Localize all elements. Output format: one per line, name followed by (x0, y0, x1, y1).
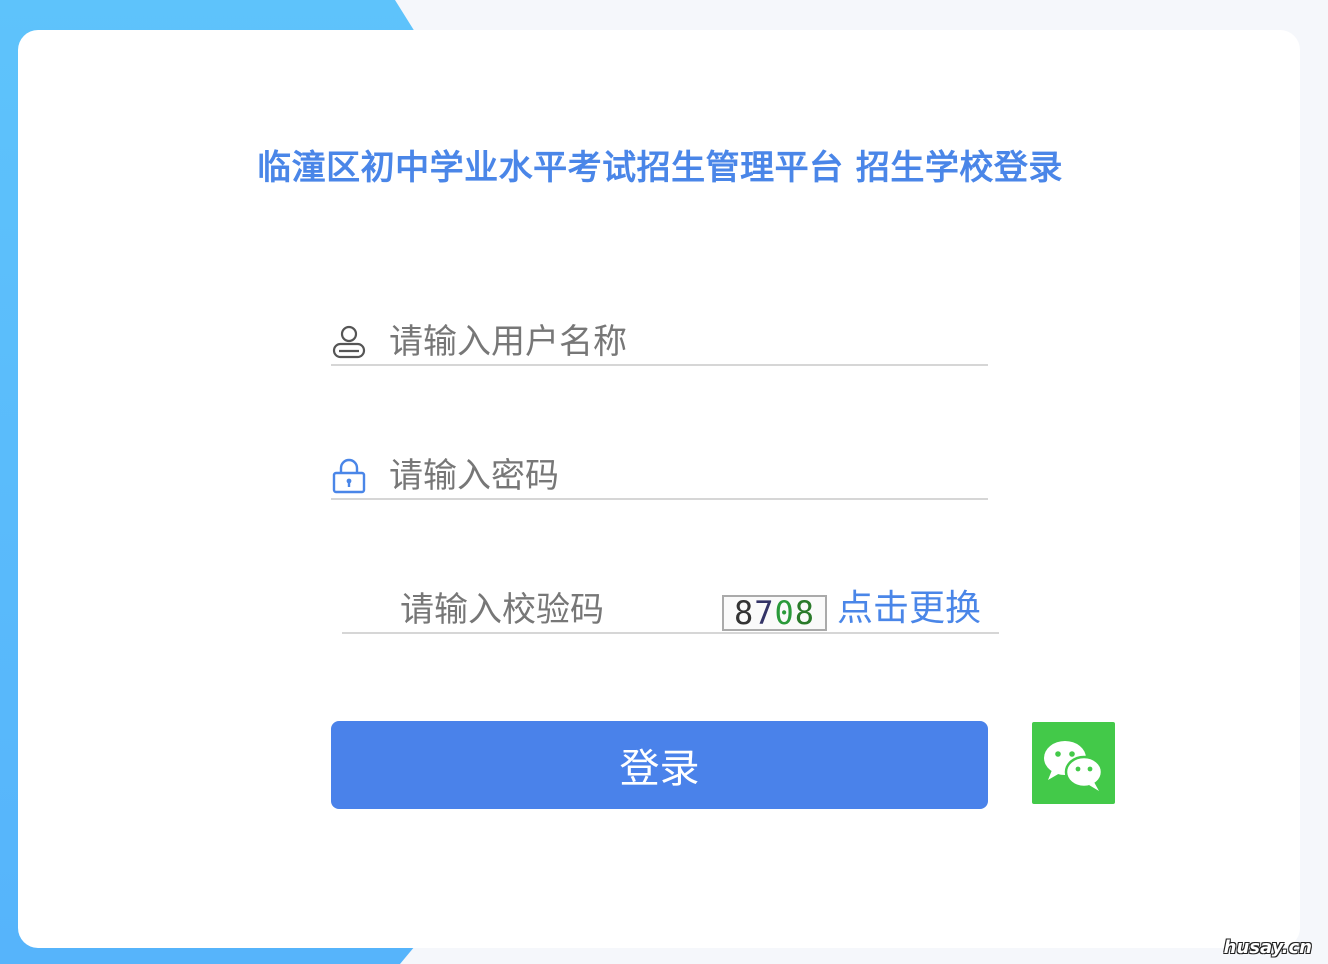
captcha-digit: 7 (754, 594, 775, 632)
captcha-image[interactable]: 8708 (722, 595, 827, 631)
wechat-login-button[interactable] (1032, 722, 1115, 804)
refresh-captcha-link[interactable]: 点击更换 (837, 586, 981, 632)
login-button[interactable]: 登录 (331, 721, 988, 809)
captcha-field[interactable]: 8708 点击更换 (342, 586, 999, 634)
wechat-icon (1032, 741, 1115, 808)
watermark: husay.cn (1223, 937, 1312, 958)
username-input[interactable] (387, 318, 981, 366)
password-input[interactable] (387, 452, 981, 500)
page-title: 临潼区初中学业水平考试招生管理平台 招生学校登录 (257, 148, 1063, 188)
captcha-input[interactable] (398, 586, 712, 634)
lock-icon (331, 458, 367, 494)
user-icon (331, 324, 367, 360)
username-field[interactable] (331, 318, 988, 366)
captcha-digit: 0 (774, 594, 795, 632)
captcha-digit: 8 (794, 594, 816, 632)
captcha-digit: 8 (733, 594, 755, 632)
password-field[interactable] (331, 452, 988, 500)
